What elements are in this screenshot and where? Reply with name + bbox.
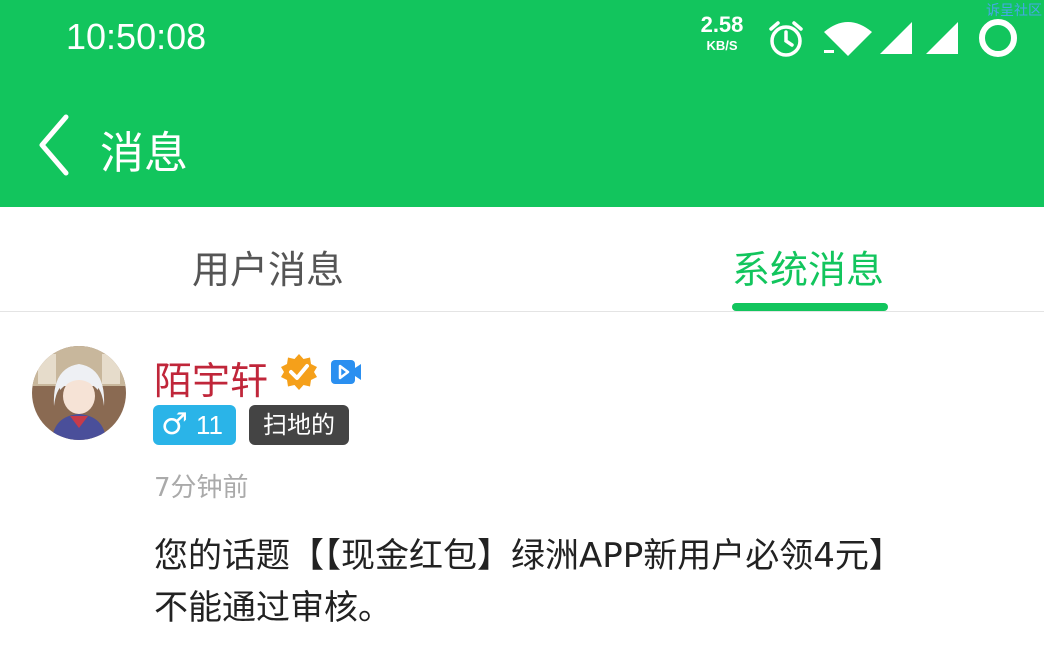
app-header: 10:50:08 2.58 KB/S 诉呈社区 消息 xyxy=(0,0,1044,207)
page-title: 消息 xyxy=(100,128,188,179)
message-timestamp: 7分钟前 xyxy=(154,473,249,503)
tab-user-messages[interactable]: 用户消息 xyxy=(192,239,344,294)
message-line-2: 不能通过审核。 xyxy=(154,588,392,628)
message-content: 您的话题【【现金红包】绿洲APP新用户必领4元】 不能通过审核。 xyxy=(154,530,1034,634)
video-icon xyxy=(331,360,361,384)
age-value: 11 xyxy=(196,410,223,440)
network-speed-unit: KB/S xyxy=(706,38,738,53)
message-username[interactable]: 陌宇轩 xyxy=(154,350,268,405)
watermark: 诉呈社区 xyxy=(986,3,1042,19)
message-line-1: 您的话题【【现金红包】绿洲APP新用户必领4元】 xyxy=(154,536,903,576)
status-time: 10:50:08 xyxy=(66,16,207,57)
signal-icon xyxy=(926,22,958,54)
avatar[interactable] xyxy=(32,346,126,440)
network-speed: 2.58 KB/S xyxy=(693,12,751,53)
gender-age-badge: ♂ 11 xyxy=(153,405,236,445)
back-arrow-icon[interactable] xyxy=(34,113,78,177)
network-speed-value: 2.58 xyxy=(700,12,744,37)
active-tab-indicator xyxy=(732,303,888,311)
male-icon: ♂ xyxy=(161,407,188,442)
verified-badge-icon xyxy=(281,354,317,390)
tab-system-messages[interactable]: 系统消息 xyxy=(732,239,884,294)
tab-bar: 用户消息 系统消息 xyxy=(0,207,1044,312)
alarm-icon xyxy=(769,21,803,57)
wifi-icon xyxy=(824,22,872,56)
battery-ring-icon xyxy=(979,19,1017,57)
signal-icon xyxy=(880,22,912,54)
role-badge: 扫地的 xyxy=(249,405,349,445)
